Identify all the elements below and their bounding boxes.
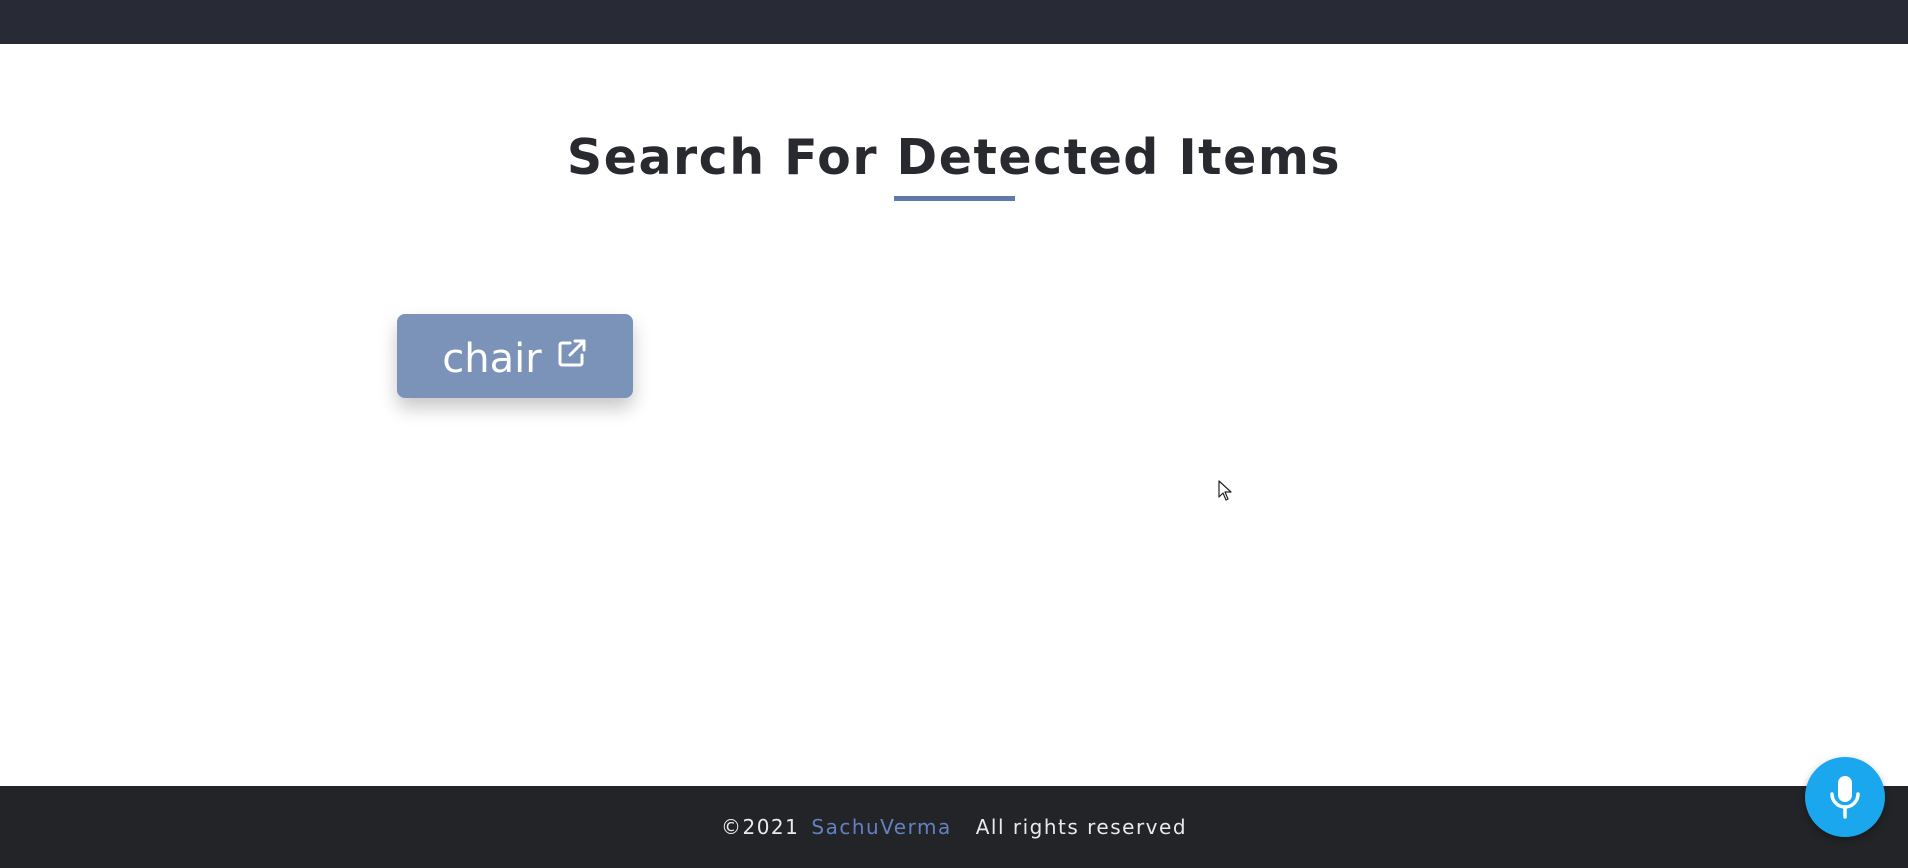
copyright-text: ©2021 — [720, 815, 800, 839]
mouse-cursor-icon — [1218, 480, 1234, 502]
rights-text: All rights reserved — [975, 815, 1188, 839]
author-link[interactable]: SachuVerma — [811, 815, 951, 839]
top-nav-bar — [0, 0, 1908, 44]
item-button-chair[interactable]: chair — [397, 314, 633, 398]
page-title: Search For Detected Items — [566, 129, 1342, 186]
microphone-icon — [1828, 774, 1862, 820]
footer: ©2021 SachuVerma All rights reserved — [0, 786, 1908, 868]
external-link-icon — [556, 337, 588, 369]
voice-search-button[interactable] — [1805, 757, 1885, 837]
title-underline — [894, 196, 1015, 201]
item-label: chair — [442, 336, 542, 382]
